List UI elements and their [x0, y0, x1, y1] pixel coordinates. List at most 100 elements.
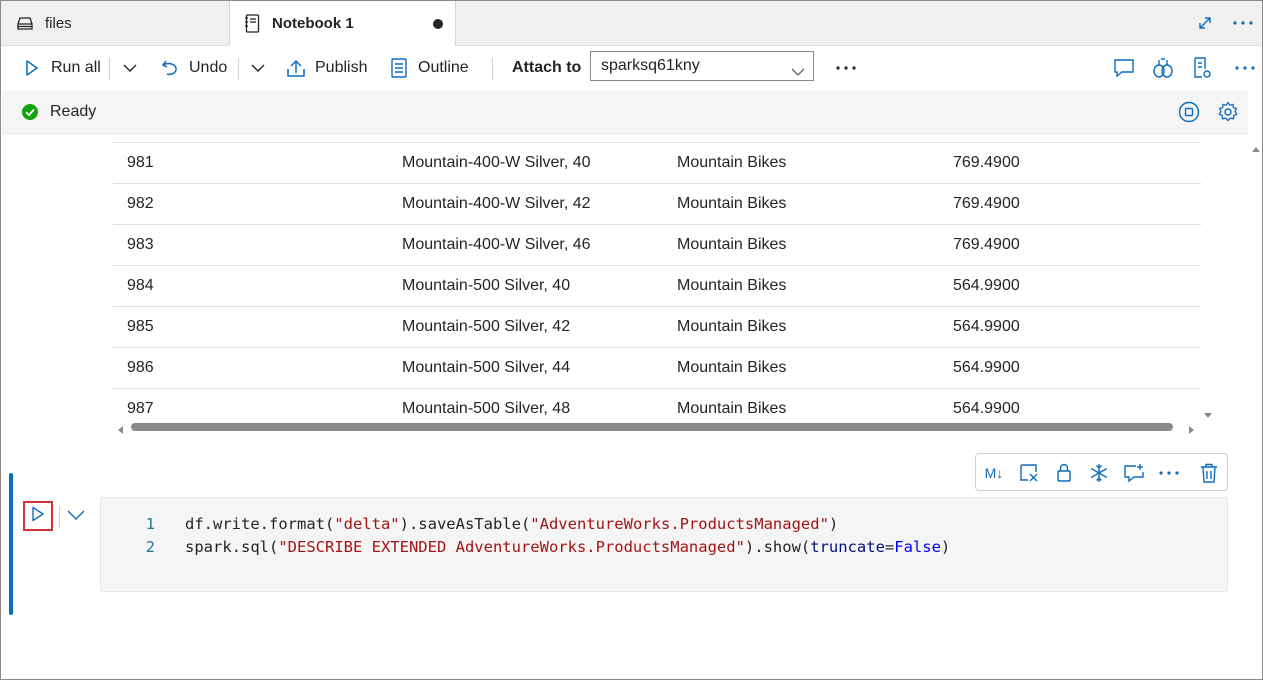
table-cell: Mountain-400-W Silver, 40	[402, 154, 591, 171]
play-icon	[21, 57, 43, 79]
table-cell: Mountain Bikes	[677, 236, 787, 253]
spark-pool-select[interactable]: sparksq61kny	[590, 51, 814, 81]
lakehouse-icon	[15, 13, 35, 33]
upload-icon	[285, 57, 307, 79]
run-cell-button[interactable]	[23, 501, 53, 531]
scroll-down-icon[interactable]	[1203, 406, 1213, 424]
cell-output-table: 981 Mountain-400-W Silver, 40 Mountain Bik…	[113, 142, 1201, 422]
add-comment-icon[interactable]	[1123, 462, 1145, 484]
code-token: "delta"	[334, 515, 400, 533]
table-cell: Mountain-500 Silver, 40	[402, 277, 571, 294]
table-cell: Mountain Bikes	[677, 400, 787, 417]
delete-icon[interactable]	[1198, 462, 1220, 484]
chevron-down-icon	[247, 57, 269, 79]
code-text: df.write.format("delta").saveAsTable("Ad…	[185, 513, 838, 536]
outline-icon	[388, 57, 410, 79]
undo-icon	[159, 57, 181, 79]
stop-session-icon[interactable]	[1178, 101, 1200, 128]
cell-more-icon[interactable]	[1158, 462, 1180, 484]
table-cell: 984	[127, 277, 154, 294]
cell-divider	[59, 506, 60, 528]
tab-more-icon[interactable]	[1231, 11, 1255, 35]
code-token: "AdventureWorks.ProductsManaged"	[530, 515, 829, 533]
table-cell: 769.4900	[953, 236, 1020, 253]
table-cell: 981	[127, 154, 154, 171]
table-cell: 985	[127, 318, 154, 335]
collapse-cell-icon[interactable]	[67, 507, 85, 525]
chevron-down-icon	[119, 57, 141, 79]
session-icon	[1152, 57, 1174, 79]
table-row: 983 Mountain-400-W Silver, 46 Mountain Bik…	[113, 224, 1201, 266]
code-token: "DESCRIBE EXTENDED AdventureWorks.Produc…	[278, 538, 745, 556]
outline-label: Outline	[418, 59, 469, 76]
run-all-label: Run all	[51, 59, 101, 76]
toolbar-divider	[109, 58, 110, 80]
horizontal-scrollbar[interactable]	[131, 423, 1173, 431]
table-cell: 983	[127, 236, 154, 253]
line-number: 1	[145, 515, 155, 533]
table-cell: Mountain Bikes	[677, 154, 787, 171]
table-cell: 564.9900	[953, 318, 1020, 335]
code-token: spark.sql(	[185, 538, 279, 556]
table-row: 984 Mountain-500 Silver, 40 Mountain Bikes…	[113, 265, 1201, 307]
play-icon	[31, 506, 45, 527]
table-cell: 564.9900	[953, 359, 1020, 376]
tab-label: files	[45, 14, 72, 32]
table-row: 987 Mountain-500 Silver, 48 Mountain Bikes…	[113, 388, 1201, 422]
document-settings-icon	[1191, 57, 1213, 79]
toolbar-overflow-button[interactable]	[1234, 46, 1262, 90]
undo-options-dropdown[interactable]	[247, 46, 277, 90]
more-icon	[1234, 57, 1256, 79]
toolbar-divider	[238, 58, 239, 80]
table-cell: Mountain-500 Silver, 42	[402, 318, 571, 335]
table-cell: Mountain Bikes	[677, 195, 787, 212]
run-options-dropdown[interactable]	[119, 46, 149, 90]
outline-button[interactable]: Outline	[388, 46, 469, 90]
table-cell: Mountain-400-W Silver, 42	[402, 195, 591, 212]
notebook-window: files Notebook 1 Run all Undo Publish Ou…	[0, 0, 1263, 680]
code-token: )	[828, 515, 839, 533]
toolbar-divider	[492, 58, 493, 80]
table-cell: Mountain Bikes	[677, 318, 787, 335]
markdown-toggle-button[interactable]: M↓	[982, 462, 1006, 484]
notebook-settings-button[interactable]	[1191, 46, 1221, 90]
table-cell: 769.4900	[953, 195, 1020, 212]
comments-button[interactable]	[1113, 46, 1143, 90]
scroll-right-icon[interactable]	[1188, 422, 1195, 440]
comment-icon	[1113, 57, 1135, 79]
table-cell: Mountain-400-W Silver, 46	[402, 236, 591, 253]
code-token: )	[940, 538, 951, 556]
publish-button[interactable]: Publish	[285, 46, 367, 90]
code-token: ).show(	[744, 538, 811, 556]
spark-pool-value: sparksq61kny	[601, 57, 700, 74]
code-token: False	[894, 538, 941, 556]
clear-output-icon[interactable]	[1018, 462, 1040, 484]
code-token: df.write.format(	[185, 515, 335, 533]
table-cell: Mountain Bikes	[677, 277, 787, 294]
active-cell-indicator	[9, 473, 13, 615]
expand-icon[interactable]	[1193, 11, 1217, 35]
gear-icon[interactable]	[1217, 101, 1239, 128]
tab-notebook[interactable]: Notebook 1	[230, 1, 456, 46]
scroll-left-icon[interactable]	[117, 422, 124, 440]
tab-files[interactable]: files	[1, 1, 230, 45]
run-all-button[interactable]: Run all	[21, 46, 101, 90]
publish-label: Publish	[315, 59, 368, 76]
freeze-icon[interactable]	[1088, 462, 1110, 484]
table-cell: Mountain-500 Silver, 48	[402, 400, 571, 417]
session-button[interactable]	[1152, 46, 1182, 90]
code-token: ).saveAsTable(	[399, 515, 531, 533]
code-token: =	[884, 538, 895, 556]
tab-label: Notebook 1	[272, 15, 354, 32]
notebook-icon	[242, 14, 262, 34]
scroll-up-icon[interactable]	[1251, 140, 1261, 158]
code-token: truncate	[810, 538, 885, 556]
undo-button[interactable]: Undo	[159, 46, 227, 90]
lock-icon[interactable]	[1053, 462, 1075, 484]
toolbar-more-button[interactable]	[835, 46, 865, 90]
table-cell: 564.9900	[953, 400, 1020, 417]
code-editor[interactable]: 1 df.write.format("delta").saveAsTable("A…	[100, 497, 1228, 592]
chevron-down-icon	[791, 58, 805, 86]
table-cell: Mountain Bikes	[677, 359, 787, 376]
more-icon	[835, 57, 857, 79]
